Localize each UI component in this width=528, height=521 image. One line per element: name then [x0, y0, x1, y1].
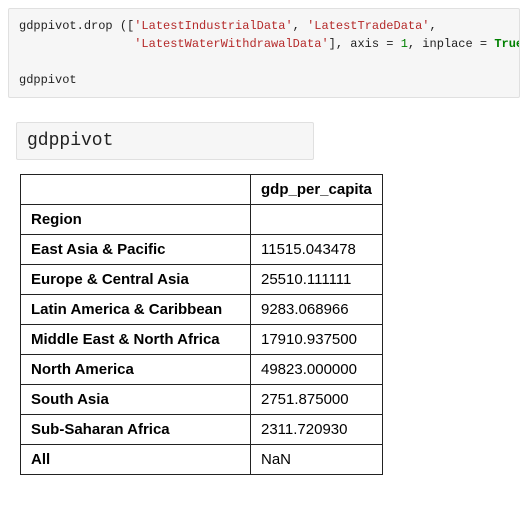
table-region-cell: Sub-Saharan Africa: [21, 415, 251, 445]
table-region-cell: Europe & Central Asia: [21, 265, 251, 295]
output-area: gdppivot gdp_per_capita Region East Asia…: [8, 122, 520, 475]
table-value-cell: 2751.875000: [251, 385, 383, 415]
table-region-cell: Latin America & Caribbean: [21, 295, 251, 325]
code-method: drop: [84, 19, 113, 33]
code-inplace-val: True: [494, 37, 520, 51]
code-axis-val: 1: [401, 37, 408, 51]
table-region-cell: North America: [21, 355, 251, 385]
table-blank-cell: [251, 205, 383, 235]
code-arg-2: 'LatestTradeData': [307, 19, 429, 33]
code-repr-line: gdppivot: [19, 73, 77, 87]
code-var: gdppivot: [19, 19, 77, 33]
table-row: Latin America & Caribbean 9283.068966: [21, 295, 383, 325]
code-cell: gdppivot.drop (['LatestIndustrialData', …: [8, 8, 520, 98]
table-value-cell: 2311.720930: [251, 415, 383, 445]
table-row: All NaN: [21, 445, 383, 475]
table-value-cell: 11515.043478: [251, 235, 383, 265]
table-row: East Asia & Pacific 11515.043478: [21, 235, 383, 265]
table-index-name: Region: [21, 205, 251, 235]
code-arg-1: 'LatestIndustrialData': [134, 19, 292, 33]
table-row: Middle East & North Africa 17910.937500: [21, 325, 383, 355]
table-row: North America 49823.000000: [21, 355, 383, 385]
table-blank-header: [21, 175, 251, 205]
output-repr: gdppivot: [16, 122, 314, 160]
table-value-cell: NaN: [251, 445, 383, 475]
code-arg-3: 'LatestWaterWithdrawalData': [134, 37, 328, 51]
code-kwarg-inplace: inplace: [422, 37, 472, 51]
table-header-row: gdp_per_capita: [21, 175, 383, 205]
table-row: Europe & Central Asia 25510.111111: [21, 265, 383, 295]
dataframe-table: gdp_per_capita Region East Asia & Pacifi…: [20, 174, 383, 475]
table-value-cell: 25510.111111: [251, 265, 383, 295]
code-kwarg-axis: axis: [350, 37, 379, 51]
table-region-cell: South Asia: [21, 385, 251, 415]
table-region-cell: East Asia & Pacific: [21, 235, 251, 265]
table-row: Sub-Saharan Africa 2311.720930: [21, 415, 383, 445]
table-value-cell: 49823.000000: [251, 355, 383, 385]
table-region-cell: Middle East & North Africa: [21, 325, 251, 355]
table-value-cell: 17910.937500: [251, 325, 383, 355]
table-col-header: gdp_per_capita: [251, 175, 383, 205]
table-row: South Asia 2751.875000: [21, 385, 383, 415]
table-index-name-row: Region: [21, 205, 383, 235]
table-region-cell: All: [21, 445, 251, 475]
table-value-cell: 9283.068966: [251, 295, 383, 325]
